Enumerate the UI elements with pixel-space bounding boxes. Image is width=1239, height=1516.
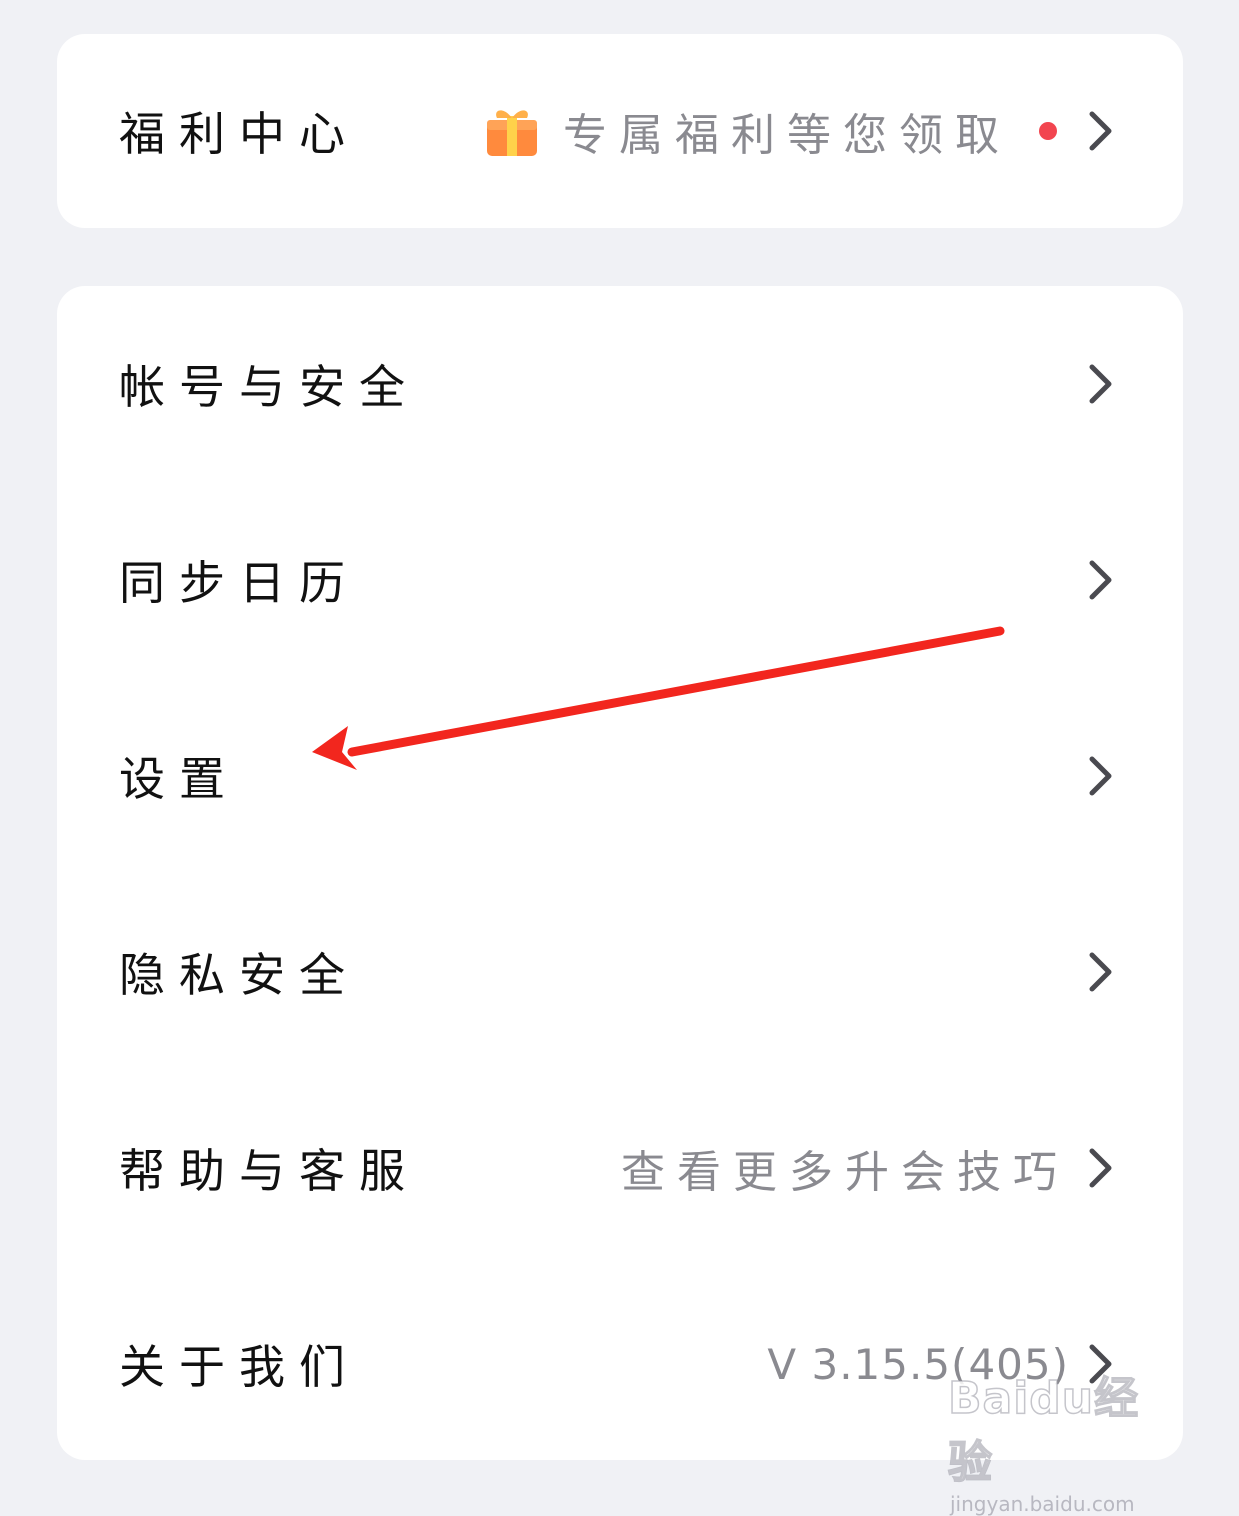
notification-badge xyxy=(1039,122,1057,140)
chevron-right-icon xyxy=(1089,1344,1112,1384)
menu-item-sync-calendar[interactable]: 同步日历 xyxy=(57,530,1183,630)
menu-item-value: 查看更多升会技巧 xyxy=(621,1147,1069,1198)
chevron-right-icon xyxy=(1089,560,1112,600)
menu-item-label: 隐私安全 xyxy=(119,948,359,1002)
menu-item-right xyxy=(1087,754,1115,798)
menu-item-label: 帮助与客服 xyxy=(119,1144,419,1198)
menu-item-settings[interactable]: 设置 xyxy=(57,726,1183,826)
menu-item-account-security[interactable]: 帐号与安全 xyxy=(57,334,1183,434)
gift-icon xyxy=(487,110,537,156)
app-version-value: V 3.15.5(405) xyxy=(767,1339,1069,1389)
welfare-card: 福利中心 专属福利等您领取 xyxy=(57,34,1183,228)
welfare-center-label: 福利中心 xyxy=(119,107,359,161)
welfare-center-row[interactable]: 福利中心 专属福利等您领取 xyxy=(57,81,1183,181)
menu-item-help-support[interactable]: 帮助与客服 查看更多升会技巧 xyxy=(57,1118,1183,1218)
welfare-center-value: 专属福利等您领取 xyxy=(563,110,1011,161)
chevron-right-icon xyxy=(1089,756,1112,796)
menu-item-right: V 3.15.5(405) xyxy=(767,1340,1115,1389)
menu-item-right xyxy=(1087,950,1115,994)
menu-item-label: 帐号与安全 xyxy=(119,360,419,414)
chevron-right-icon xyxy=(1089,952,1112,992)
menu-item-privacy-security[interactable]: 隐私安全 xyxy=(57,922,1183,1022)
chevron-right-icon xyxy=(1089,111,1112,151)
menu-item-label: 关于我们 xyxy=(119,1340,359,1394)
watermark-url: jingyan.baidu.com xyxy=(950,1492,1135,1516)
menu-item-about-us[interactable]: 关于我们 V 3.15.5(405) xyxy=(57,1314,1183,1414)
menu-item-label: 设置 xyxy=(119,752,239,806)
chevron-right-icon xyxy=(1089,364,1112,404)
menu-card: 帐号与安全 同步日历 设置 隐私安全 帮助与客服 查看更多升会技巧 关于我们 V… xyxy=(57,286,1183,1460)
chevron-right-icon xyxy=(1089,1148,1112,1188)
menu-item-label: 同步日历 xyxy=(119,556,359,610)
welfare-center-right: 专属福利等您领取 xyxy=(483,99,1115,163)
menu-item-right xyxy=(1087,558,1115,602)
menu-item-right: 查看更多升会技巧 xyxy=(621,1136,1115,1200)
menu-item-right xyxy=(1087,362,1115,406)
